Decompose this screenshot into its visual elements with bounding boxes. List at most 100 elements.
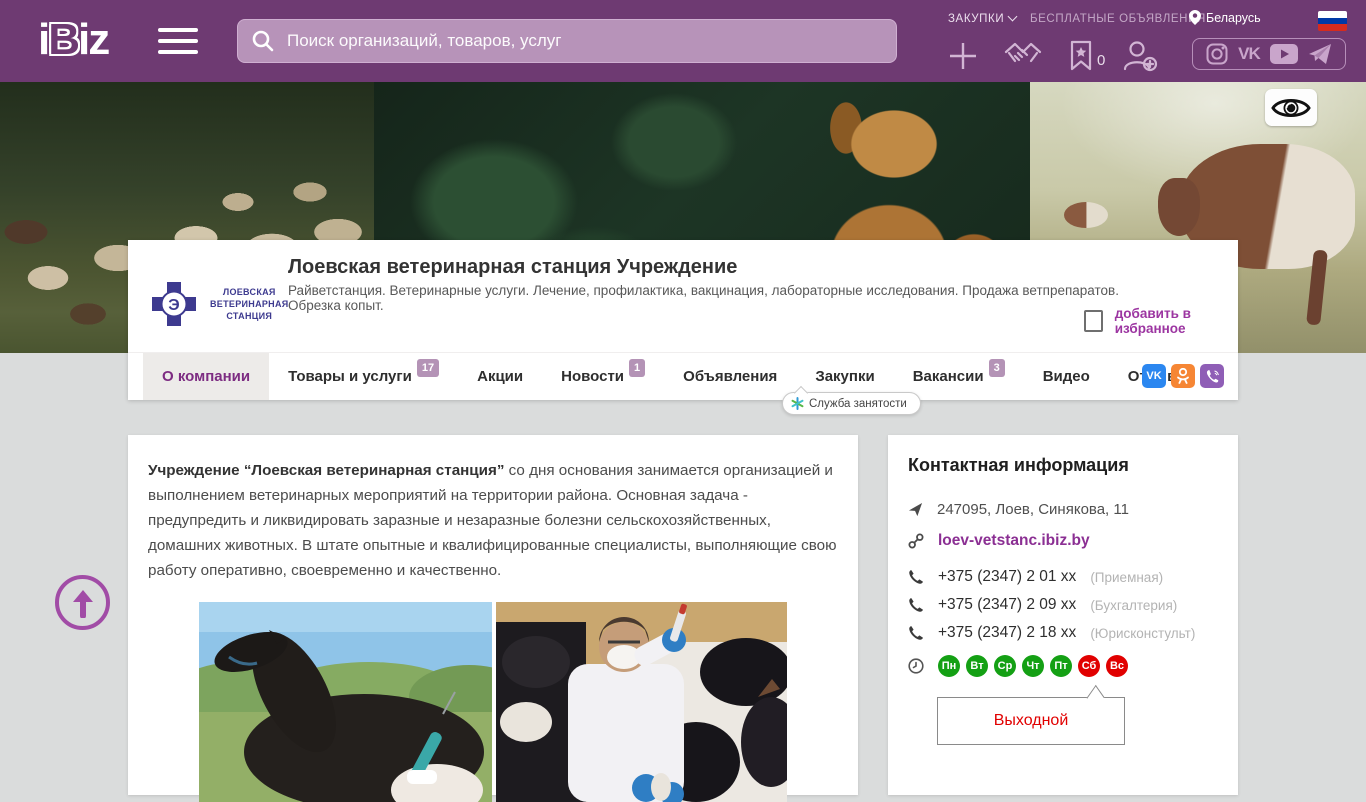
weekday-circles: Пн Вт Ср Чт Пт Сб Вс xyxy=(938,655,1128,677)
phone-icon xyxy=(909,598,923,612)
phone-icon xyxy=(909,626,923,640)
day-off-label: Выходной xyxy=(993,712,1069,729)
website-link[interactable]: loev-vetstanc.ibiz.by xyxy=(938,532,1090,550)
contact-title: Контактная информация xyxy=(908,455,1129,475)
logo-iz: iz xyxy=(78,15,110,64)
phone-number[interactable]: +375 (2347) 2 18 xx xyxy=(938,624,1076,642)
flag-stripe-red xyxy=(1318,24,1347,31)
about-intro-bold: Учреждение “Лоевская ветеринарная станци… xyxy=(148,462,505,479)
vk-icon[interactable]: VK xyxy=(1142,364,1166,388)
tab-products[interactable]: Товары и услуги 17 xyxy=(269,353,458,400)
phone-dept: (Бухгалтерия) xyxy=(1090,597,1178,613)
about-photos xyxy=(199,602,787,802)
logo-i: i xyxy=(38,15,50,64)
about-paragraph: Учреждение “Лоевская ветеринарная станци… xyxy=(148,458,838,583)
day-tue[interactable]: Вт xyxy=(966,655,988,677)
day-sun[interactable]: Вс xyxy=(1106,655,1128,677)
plus-icon xyxy=(950,43,976,69)
tab-label: Видео xyxy=(1042,368,1090,385)
about-body-text: со дня основания занимается организацией… xyxy=(148,462,837,579)
instagram-icon[interactable] xyxy=(1206,43,1228,65)
favorite-label: добавить в избранное xyxy=(1114,306,1191,336)
tab-badge: 1 xyxy=(629,358,646,377)
send-arrow-icon xyxy=(908,502,923,517)
horse-photo xyxy=(199,602,492,802)
chevron-down-icon xyxy=(1007,11,1018,22)
employment-service-icon xyxy=(791,397,804,410)
views-eye-button[interactable] xyxy=(1265,89,1317,126)
phone-number[interactable]: +375 (2347) 2 09 xx xyxy=(938,596,1076,614)
tab-news[interactable]: Новости 1 xyxy=(542,353,664,400)
tab-badge: 3 xyxy=(988,358,1005,377)
link-icon xyxy=(908,533,924,549)
eye-icon xyxy=(1271,98,1311,117)
phone-number[interactable]: +375 (2347) 2 01 xx xyxy=(938,568,1076,586)
svg-text:Э: Э xyxy=(168,297,179,314)
partners-button[interactable] xyxy=(1004,40,1042,75)
flag-stripe-white xyxy=(1318,11,1347,18)
day-fri[interactable]: Пт xyxy=(1050,655,1072,677)
tab-label: Акции xyxy=(477,368,524,385)
day-sat[interactable]: Сб xyxy=(1078,655,1100,677)
tab-label: Новости xyxy=(561,368,625,385)
distant-cow xyxy=(1064,202,1108,228)
phone-dept: (Юрисконстульт) xyxy=(1090,625,1196,641)
company-name: Лоевская ветеринарная станция Учреждение xyxy=(288,256,738,278)
hamburger-menu-icon[interactable] xyxy=(158,28,198,56)
menu-free-ads[interactable]: БЕСПЛАТНЫЕ ОБЪЯВЛЕНИЯ xyxy=(1030,13,1206,25)
tab-about[interactable]: О компании xyxy=(143,353,270,400)
back-to-top-button[interactable] xyxy=(55,575,110,630)
phone-dept: (Приемная) xyxy=(1090,569,1164,585)
tab-ads[interactable]: Объявления xyxy=(664,353,796,400)
day-wed[interactable]: Ср xyxy=(994,655,1016,677)
vet-photo xyxy=(496,602,787,802)
company-logo-text: ЛОЕВСКАЯ ВЕТЕРИНАРНАЯ СТАНЦИЯ xyxy=(210,286,289,322)
favorites-button[interactable] xyxy=(1068,40,1094,76)
ok-figure xyxy=(1177,368,1189,384)
bookmark-star-icon xyxy=(1070,40,1092,71)
search-input[interactable] xyxy=(275,31,896,51)
odnoklassniki-icon[interactable] xyxy=(1171,364,1195,388)
flag-stripe-blue xyxy=(1318,17,1347,25)
day-mon[interactable]: Пн xyxy=(938,655,960,677)
vk-icon[interactable]: VK xyxy=(1238,44,1261,64)
search-icon xyxy=(252,30,274,52)
add-company-button[interactable] xyxy=(948,41,978,76)
clock-icon xyxy=(908,658,924,674)
tab-label: Товары и услуги xyxy=(288,368,412,385)
login-button[interactable] xyxy=(1122,40,1158,77)
tab-promotions[interactable]: Акции xyxy=(458,353,542,400)
menu-purchases[interactable]: ЗАКУПКИ xyxy=(948,11,1018,25)
tab-label: Объявления xyxy=(683,368,778,385)
contact-info-panel: Контактная информация 247095, Лоев, Синя… xyxy=(888,435,1238,795)
logo-line-2: ВЕТЕРИНАРНАЯ xyxy=(210,299,289,309)
cow-head xyxy=(1158,178,1200,236)
youtube-icon[interactable] xyxy=(1269,44,1298,64)
company-tabbar: О компании Товары и услуги 17 Акции Новос… xyxy=(128,352,1238,400)
day-thu[interactable]: Чт xyxy=(1022,655,1044,677)
ibiz-logo[interactable]: iBiz xyxy=(38,15,110,64)
viber-phone xyxy=(1206,369,1219,383)
search-bar xyxy=(237,19,897,63)
tab-video[interactable]: Видео xyxy=(1024,353,1109,400)
favorite-checkbox[interactable] xyxy=(1084,310,1103,332)
menu-free-ads-label: БЕСПЛАТНЫЕ ОБЪЯВЛЕНИЯ xyxy=(1030,13,1206,25)
about-section: Учреждение “Лоевская ветеринарная станци… xyxy=(128,435,858,802)
company-header-card: Э ЛОЕВСКАЯ ВЕТЕРИНАРНАЯ СТАНЦИЯ Лоевская… xyxy=(128,240,1238,415)
tab-label: Закупки xyxy=(815,368,875,385)
address-text: 247095, Лоев, Синякова, 11 xyxy=(937,501,1129,518)
add-to-favorites[interactable]: добавить в избранное xyxy=(1084,306,1238,336)
address-row: 247095, Лоев, Синякова, 11 xyxy=(908,501,1129,518)
logo-b: B xyxy=(48,15,80,64)
handshake-icon xyxy=(1004,42,1042,63)
employment-service-label: Служба занятости xyxy=(809,397,907,410)
region-selector[interactable]: Беларусь xyxy=(1189,10,1261,25)
viber-icon[interactable] xyxy=(1200,364,1224,388)
logo-line-3: СТАНЦИЯ xyxy=(226,311,273,321)
user-add-icon xyxy=(1123,41,1158,72)
telegram-icon[interactable] xyxy=(1308,43,1332,65)
vet-station-logo-icon: Э xyxy=(152,282,196,326)
location-pin-icon xyxy=(1189,10,1201,25)
language-flag-russian[interactable] xyxy=(1318,11,1347,31)
company-social-links: VK xyxy=(1142,364,1224,388)
